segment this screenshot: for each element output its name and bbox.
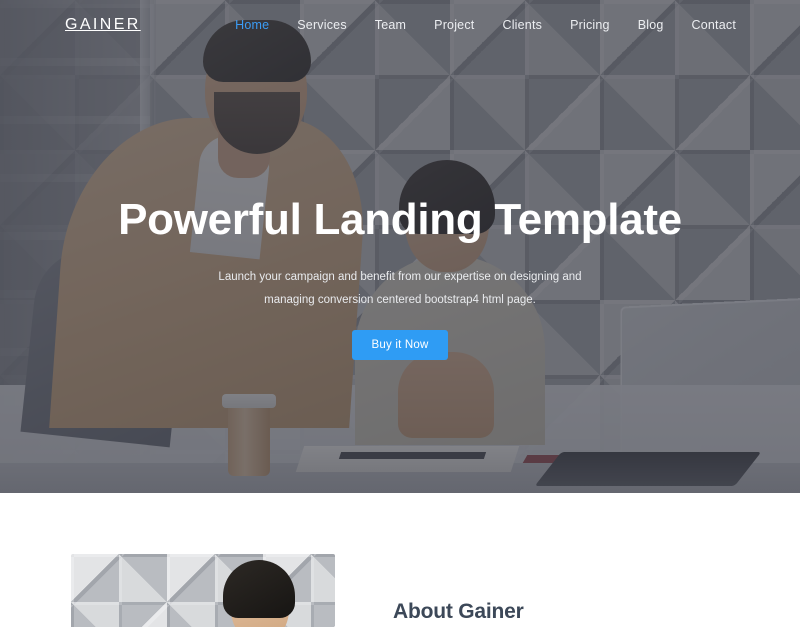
hero-content: Powerful Landing Template Launch your ca…	[0, 0, 800, 493]
nav-item-services: Services	[283, 16, 361, 34]
about-image	[71, 554, 335, 627]
hero-title: Powerful Landing Template	[118, 195, 682, 244]
about-title: About Gainer	[393, 600, 524, 623]
about-text-block: About Gainer	[335, 554, 524, 624]
nav-link-services[interactable]: Services	[297, 18, 347, 32]
about-image-woman-hair	[223, 560, 295, 618]
nav-link-blog[interactable]: Blog	[638, 18, 664, 32]
hero-section: GAINER Home Services Team Project Client…	[0, 0, 800, 493]
nav-item-contact: Contact	[678, 16, 750, 34]
nav-item-team: Team	[361, 16, 420, 34]
nav-link-clients[interactable]: Clients	[502, 18, 542, 32]
about-section: About Gainer	[0, 493, 800, 627]
buy-it-now-button[interactable]: Buy it Now	[351, 330, 449, 361]
main-navbar: GAINER Home Services Team Project Client…	[0, 0, 800, 50]
nav-links-list: Home Services Team Project Clients Prici…	[221, 16, 750, 34]
nav-link-pricing[interactable]: Pricing	[570, 18, 610, 32]
nav-link-project[interactable]: Project	[434, 18, 474, 32]
nav-item-home: Home	[221, 16, 283, 34]
nav-item-project: Project	[420, 16, 488, 34]
nav-item-blog: Blog	[624, 16, 678, 34]
hero-subtitle: Launch your campaign and benefit from ou…	[218, 271, 582, 307]
nav-link-team[interactable]: Team	[375, 18, 406, 32]
brand-logo[interactable]: GAINER	[65, 16, 141, 34]
about-inner: About Gainer	[0, 554, 800, 627]
nav-item-pricing: Pricing	[556, 16, 624, 34]
nav-item-clients: Clients	[488, 16, 556, 34]
nav-link-contact[interactable]: Contact	[692, 18, 736, 32]
nav-link-home[interactable]: Home	[235, 18, 269, 32]
